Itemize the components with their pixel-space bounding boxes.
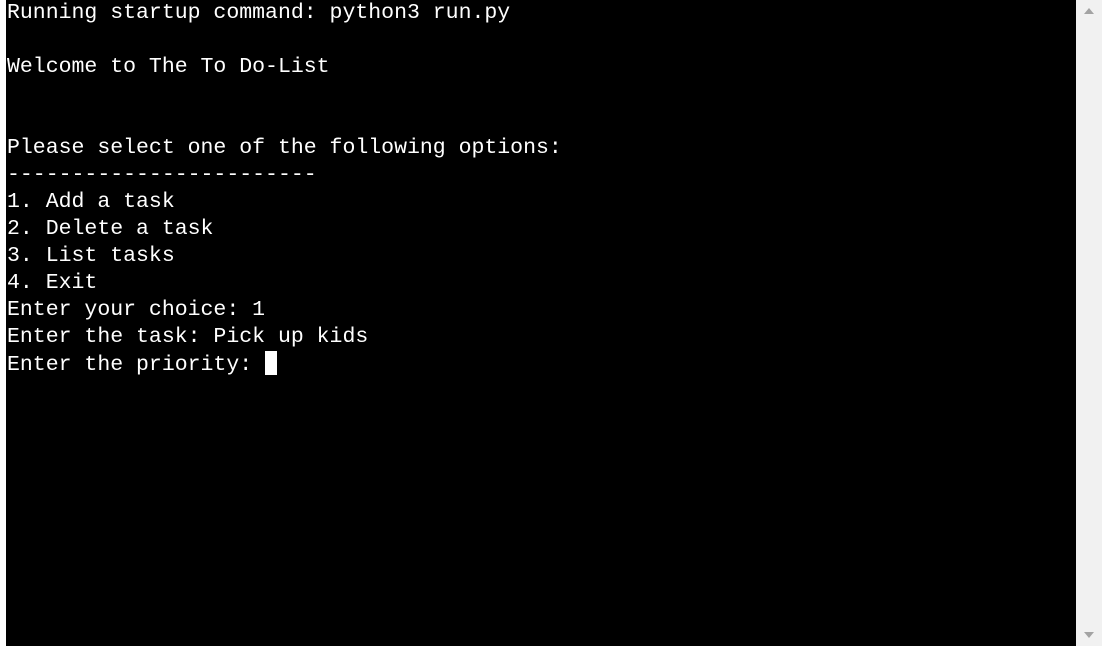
choice-input-line: Enter your choice: 1 [7, 298, 266, 322]
scroll-down-arrow-icon[interactable] [1084, 632, 1094, 638]
menu-option-delete: 2. Delete a task [7, 217, 214, 241]
menu-option-list: 3. List tasks [7, 244, 175, 268]
welcome-line: Welcome to The To Do-List [7, 55, 330, 79]
terminal-output[interactable]: Running startup command: python3 run.py … [6, 0, 1076, 646]
scroll-up-arrow-icon[interactable] [1084, 8, 1094, 14]
startup-command-line: Running startup command: python3 run.py [7, 1, 511, 25]
priority-prompt: Enter the priority: [7, 353, 266, 377]
task-input-line: Enter the task: Pick up kids [7, 325, 369, 349]
menu-option-exit: 4. Exit [7, 271, 98, 295]
vertical-scrollbar[interactable] [1076, 0, 1102, 646]
separator-line: ------------------------ [7, 163, 317, 187]
text-cursor [265, 351, 278, 375]
options-heading: Please select one of the following optio… [7, 136, 562, 160]
menu-option-add: 1. Add a task [7, 190, 175, 214]
priority-input-line[interactable]: Enter the priority: [7, 351, 278, 378]
terminal-window: Running startup command: python3 run.py … [0, 0, 1102, 646]
